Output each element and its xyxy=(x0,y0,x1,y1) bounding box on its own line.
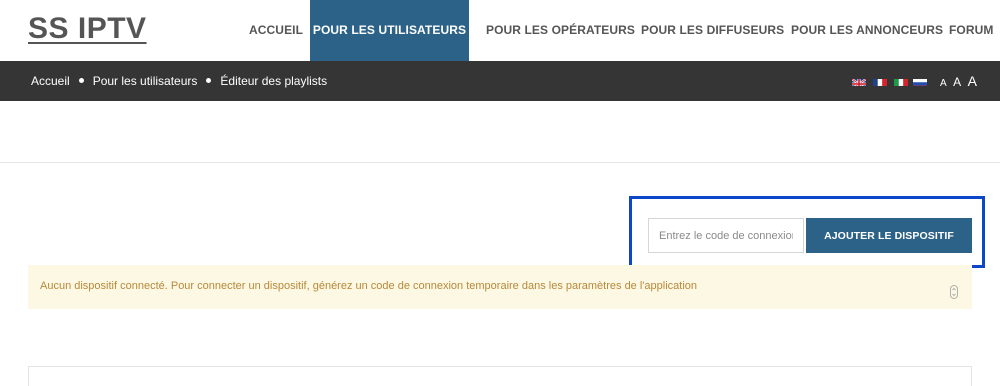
font-size-small[interactable]: A xyxy=(940,78,947,89)
nav-item-annonceurs[interactable]: POUR LES ANNONCEURS xyxy=(791,0,943,61)
nav-item-accueil[interactable]: ACCUEIL xyxy=(249,0,303,61)
scroll-indicator-icon xyxy=(950,285,958,299)
nav-item-utilisateurs[interactable]: POUR LES UTILISATEURS xyxy=(310,0,469,61)
device-list-panel xyxy=(28,366,972,386)
breadcrumb-item-current: Éditeur des playlists xyxy=(220,74,327,88)
main-nav: ACCUEIL POUR LES UTILISATEURS POUR LES O… xyxy=(0,0,1000,61)
nav-item-forum[interactable]: FORUM xyxy=(949,0,994,61)
breadcrumb-separator xyxy=(79,78,84,83)
russia-flag-icon[interactable] xyxy=(913,76,927,86)
no-device-alert: Aucun dispositif connecté. Pour connecte… xyxy=(28,265,972,309)
font-size-controls: A A A xyxy=(940,61,979,101)
nav-item-operateurs[interactable]: POUR LES OPÉRATEURS xyxy=(486,0,635,61)
breadcrumb-bar: Accueil Pour les utilisateurs Éditeur des … xyxy=(0,61,1000,101)
breadcrumb-item-utilisateurs[interactable]: Pour les utilisateurs xyxy=(93,74,198,88)
italy-flag-icon[interactable] xyxy=(894,76,908,86)
breadcrumb-item-accueil[interactable]: Accueil xyxy=(31,74,70,88)
font-size-medium[interactable]: A xyxy=(953,75,961,89)
breadcrumb-separator xyxy=(206,78,211,83)
nav-item-diffuseurs[interactable]: POUR LES DIFFUSEURS xyxy=(641,0,784,61)
font-size-large[interactable]: A xyxy=(968,73,977,89)
breadcrumb: Accueil Pour les utilisateurs Éditeur des … xyxy=(31,61,327,101)
alert-message: Aucun dispositif connecté. Pour connecte… xyxy=(40,265,697,309)
add-device-button[interactable]: AJOUTER LE DISPOSITIF xyxy=(806,218,972,253)
section-divider xyxy=(0,162,1000,163)
connection-code-input[interactable] xyxy=(648,218,804,253)
france-flag-icon[interactable] xyxy=(873,76,887,86)
uk-flag-icon[interactable] xyxy=(852,76,866,86)
top-navigation: SS IPTV ACCUEIL POUR LES UTILISATEURS PO… xyxy=(0,0,1000,61)
